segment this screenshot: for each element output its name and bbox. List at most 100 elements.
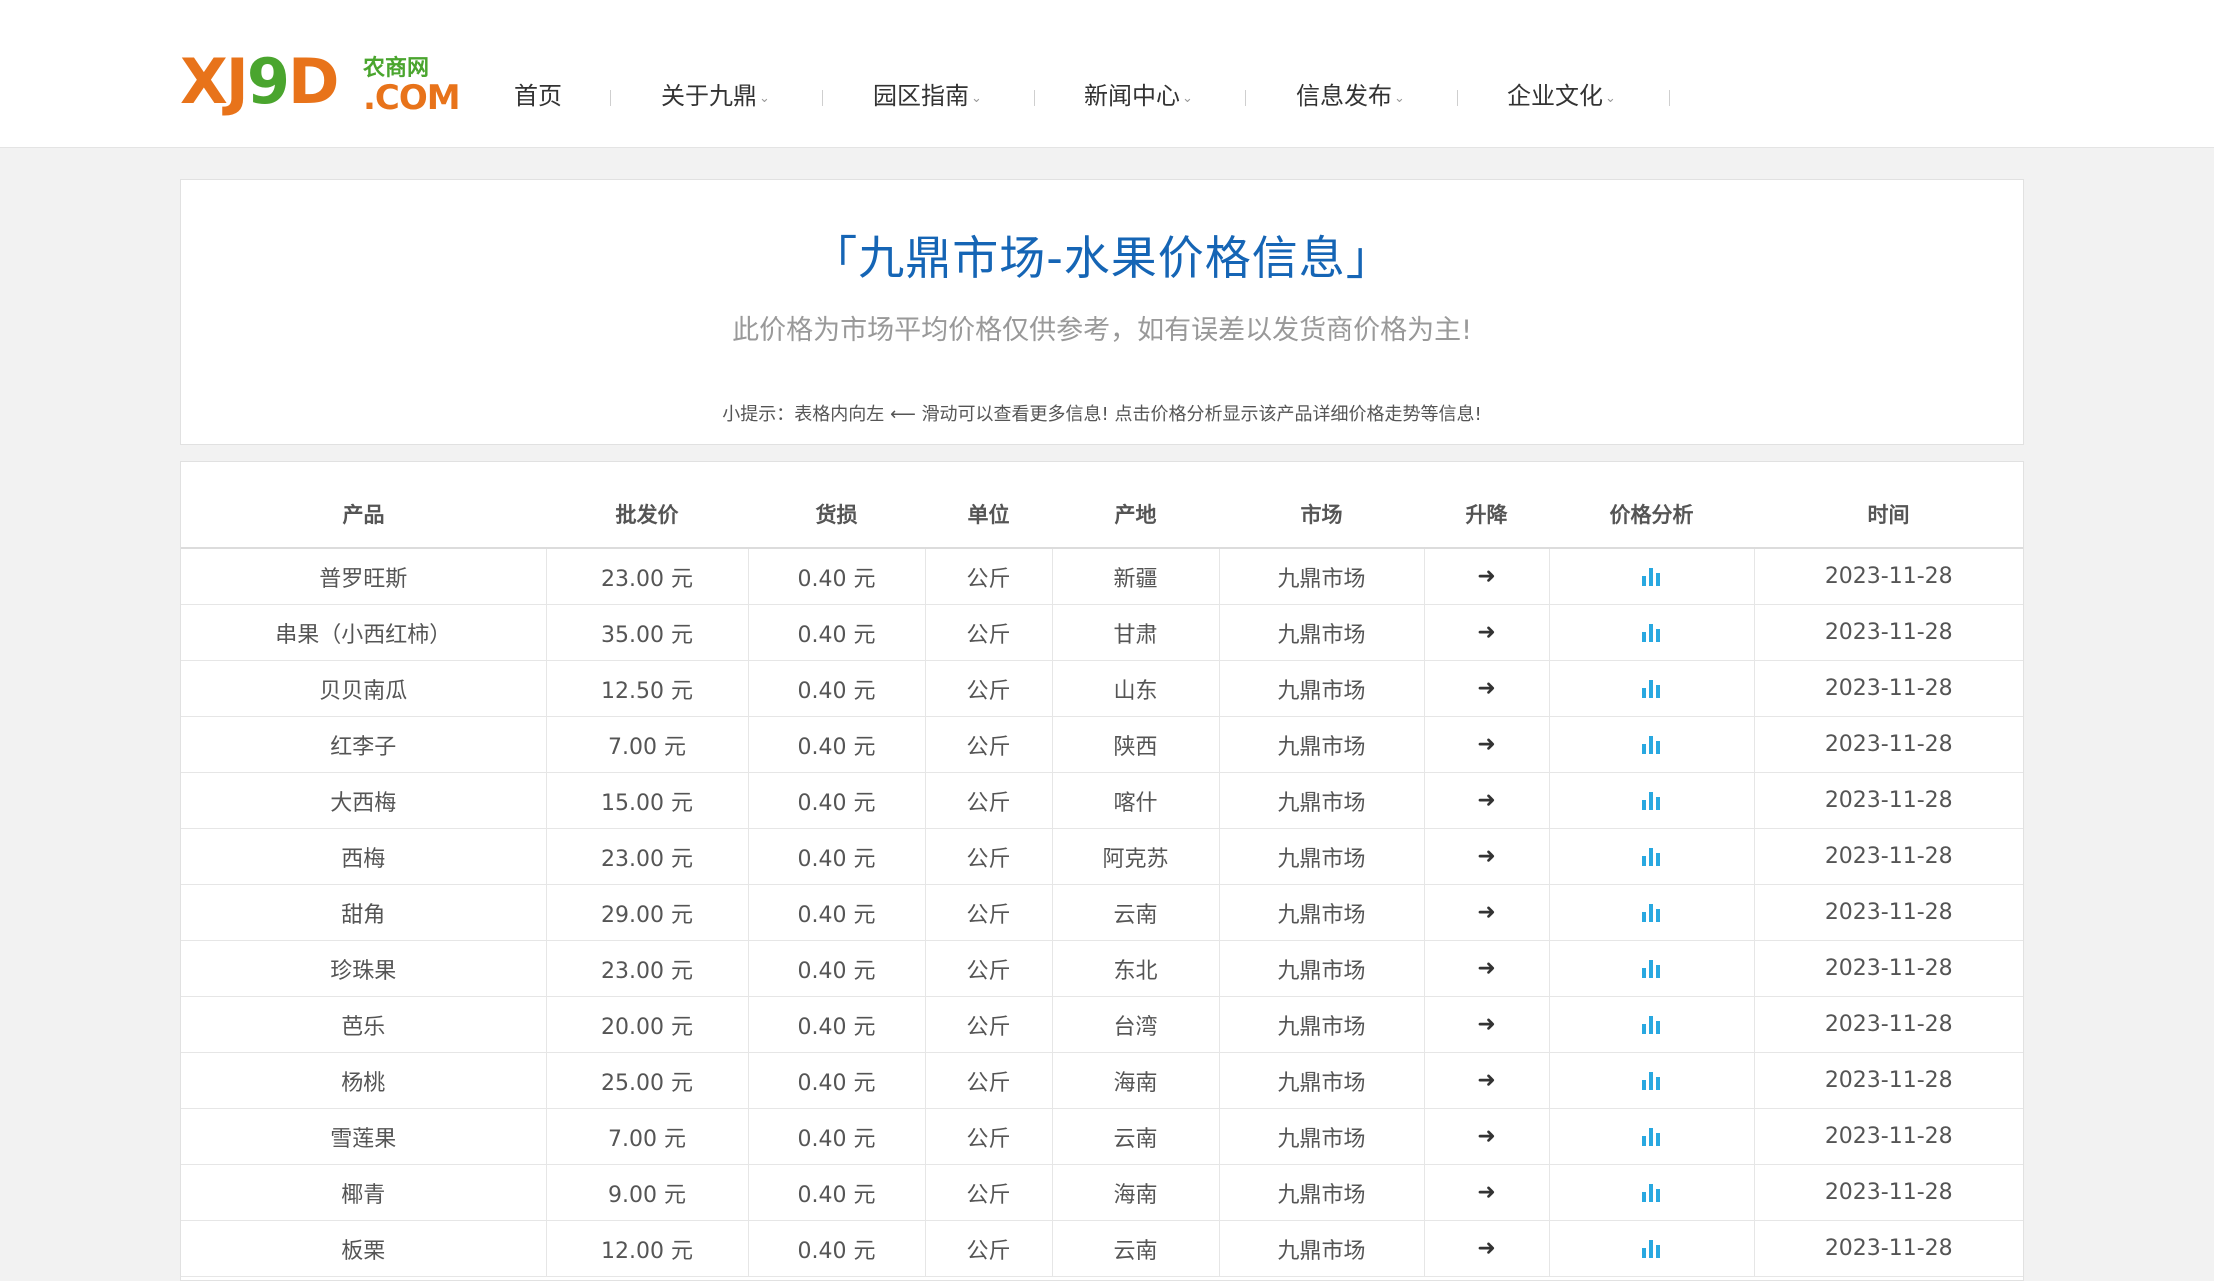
cell-origin: 阿克苏 — [1052, 828, 1220, 885]
cell-analysis[interactable] — [1549, 1108, 1755, 1165]
nav-item-news[interactable]: 新闻中心 ⌄ — [1084, 76, 1193, 111]
bar-chart-icon[interactable] — [1641, 792, 1662, 810]
cell-analysis[interactable] — [1549, 828, 1755, 885]
table-row: 珍珠果 23.00 元 0.40 元公斤 东北 九鼎市场 ➜ 2023-11-28 — [181, 940, 2023, 997]
cell-date: 2023-11-28 — [1754, 548, 2023, 605]
cell-unit: 公斤 — [925, 884, 1053, 941]
cell-product: 普罗旺斯 — [181, 548, 547, 605]
cell-loss: 0.40 元 — [748, 1108, 926, 1165]
column-header-origin: 产地 — [1052, 462, 1219, 549]
cell-analysis[interactable] — [1549, 1164, 1755, 1221]
cell-analysis[interactable] — [1549, 996, 1755, 1053]
cell-trend: ➜ — [1424, 716, 1550, 773]
usage-tip: 小提示：表格内向左 ⟵ 滑动可以查看更多信息! 点击价格分析显示该产品详细价格走… — [722, 404, 1482, 425]
bar-chart-icon[interactable] — [1641, 568, 1662, 586]
site-logo[interactable]: XJ9D 农商网 .COM — [180, 46, 461, 119]
bar-chart-icon[interactable] — [1641, 1184, 1662, 1202]
arrow-right-icon: ➜ — [1477, 1012, 1496, 1037]
arrow-right-icon: ➜ — [1477, 1124, 1496, 1149]
bar-chart-icon[interactable] — [1641, 736, 1662, 754]
cell-analysis[interactable] — [1549, 660, 1755, 717]
column-header-product: 产品 — [181, 462, 546, 549]
cell-trend: ➜ — [1424, 828, 1550, 885]
cell-loss: 0.40 元 — [748, 1164, 926, 1221]
arrow-right-icon: ➜ — [1477, 900, 1496, 925]
cell-loss: 0.40 元 — [748, 548, 926, 605]
cell-market: 九鼎市场 — [1219, 884, 1425, 941]
column-header-date: 时间 — [1754, 462, 2023, 549]
cell-origin: 甘肃 — [1052, 604, 1220, 661]
table-row: 椰青 9.00 元 0.40 元公斤 海南 九鼎市场 ➜ 2023-11-28 — [181, 1164, 2023, 1221]
cell-date: 2023-11-28 — [1754, 716, 2023, 773]
cell-analysis[interactable] — [1549, 604, 1755, 661]
table-row: 雪莲果 7.00 元 0.40 元公斤 云南 九鼎市场 ➜ 2023-11-28 — [181, 1108, 2023, 1165]
cell-unit: 公斤 — [925, 548, 1053, 605]
table-row: 芭乐 20.00 元 0.40 元公斤 台湾 九鼎市场 ➜ 2023-11-28 — [181, 996, 2023, 1053]
nav-separator — [1245, 90, 1246, 106]
cell-analysis[interactable] — [1549, 940, 1755, 997]
nav-separator — [610, 90, 611, 106]
cell-date: 2023-11-28 — [1754, 940, 2023, 997]
cell-origin: 云南 — [1052, 1108, 1220, 1165]
price-table-panel[interactable]: 产品 批发价 货损 单位 产地 市场 升降 价格分析 时间 普罗旺斯 23.00 … — [180, 461, 2024, 1281]
cell-unit: 公斤 — [925, 1108, 1053, 1165]
cell-price: 29.00 元 — [546, 884, 749, 941]
cell-analysis[interactable] — [1549, 1052, 1755, 1109]
arrow-right-icon: ➜ — [1477, 1180, 1496, 1205]
arrow-right-icon: ➜ — [1477, 564, 1496, 589]
nav-item-park-guide[interactable]: 园区指南 ⌄ — [873, 76, 982, 111]
bar-chart-icon[interactable] — [1641, 960, 1662, 978]
nav-separator — [1457, 90, 1458, 106]
cell-trend: ➜ — [1424, 940, 1550, 997]
cell-unit: 公斤 — [925, 828, 1053, 885]
cell-product: 杨桃 — [181, 1052, 547, 1109]
cell-trend: ➜ — [1424, 1220, 1550, 1277]
nav-item-culture[interactable]: 企业文化 ⌄ — [1507, 76, 1616, 111]
cell-unit: 公斤 — [925, 1052, 1053, 1109]
chevron-down-icon: ⌄ — [759, 91, 770, 106]
arrow-right-icon: ➜ — [1477, 1236, 1496, 1261]
cell-analysis[interactable] — [1549, 716, 1755, 773]
cell-product: 珍珠果 — [181, 940, 547, 997]
bar-chart-icon[interactable] — [1641, 1128, 1662, 1146]
cell-unit: 公斤 — [925, 604, 1053, 661]
nav-item-info-release[interactable]: 信息发布 ⌄ — [1296, 76, 1405, 111]
cell-date: 2023-11-28 — [1754, 828, 2023, 885]
cell-market: 九鼎市场 — [1219, 940, 1425, 997]
cell-trend: ➜ — [1424, 1108, 1550, 1165]
cell-trend: ➜ — [1424, 996, 1550, 1053]
cell-price: 25.00 元 — [546, 1052, 749, 1109]
chevron-down-icon: ⌄ — [971, 91, 982, 106]
cell-date: 2023-11-28 — [1754, 1220, 2023, 1277]
cell-analysis[interactable] — [1549, 772, 1755, 829]
top-header: XJ9D 农商网 .COM 首页 关于九鼎 ⌄ 园区指南 ⌄ 新闻中心 ⌄ 信息发布 ⌄… — [0, 0, 2214, 148]
cell-price: 12.50 元 — [546, 660, 749, 717]
bar-chart-icon[interactable] — [1641, 624, 1662, 642]
cell-origin: 海南 — [1052, 1052, 1220, 1109]
column-header-loss: 货损 — [748, 462, 925, 549]
cell-unit: 公斤 — [925, 940, 1053, 997]
nav-item-about[interactable]: 关于九鼎 ⌄ — [661, 76, 770, 111]
bar-chart-icon[interactable] — [1641, 680, 1662, 698]
bar-chart-icon[interactable] — [1641, 904, 1662, 922]
nav-item-home[interactable]: 首页 — [514, 76, 562, 111]
bar-chart-icon[interactable] — [1641, 1072, 1662, 1090]
cell-trend: ➜ — [1424, 884, 1550, 941]
cell-origin: 东北 — [1052, 940, 1220, 997]
table-row: 板栗 12.00 元 0.40 元公斤 云南 九鼎市场 ➜ 2023-11-28 — [181, 1220, 2023, 1277]
cell-analysis[interactable] — [1549, 1220, 1755, 1277]
cell-analysis[interactable] — [1549, 884, 1755, 941]
cell-loss: 0.40 元 — [748, 772, 926, 829]
cell-origin: 云南 — [1052, 1220, 1220, 1277]
arrow-right-icon: ➜ — [1477, 620, 1496, 645]
cell-analysis[interactable] — [1549, 548, 1755, 605]
cell-loss: 0.40 元 — [748, 996, 926, 1053]
cell-trend: ➜ — [1424, 772, 1550, 829]
table-row: 杨桃 25.00 元 0.40 元公斤 海南 九鼎市场 ➜ 2023-11-28 — [181, 1052, 2023, 1109]
cell-price: 23.00 元 — [546, 828, 749, 885]
bar-chart-icon[interactable] — [1641, 1016, 1662, 1034]
cell-price: 12.00 元 — [546, 1220, 749, 1277]
cell-unit: 公斤 — [925, 996, 1053, 1053]
bar-chart-icon[interactable] — [1641, 1240, 1662, 1258]
bar-chart-icon[interactable] — [1641, 848, 1662, 866]
